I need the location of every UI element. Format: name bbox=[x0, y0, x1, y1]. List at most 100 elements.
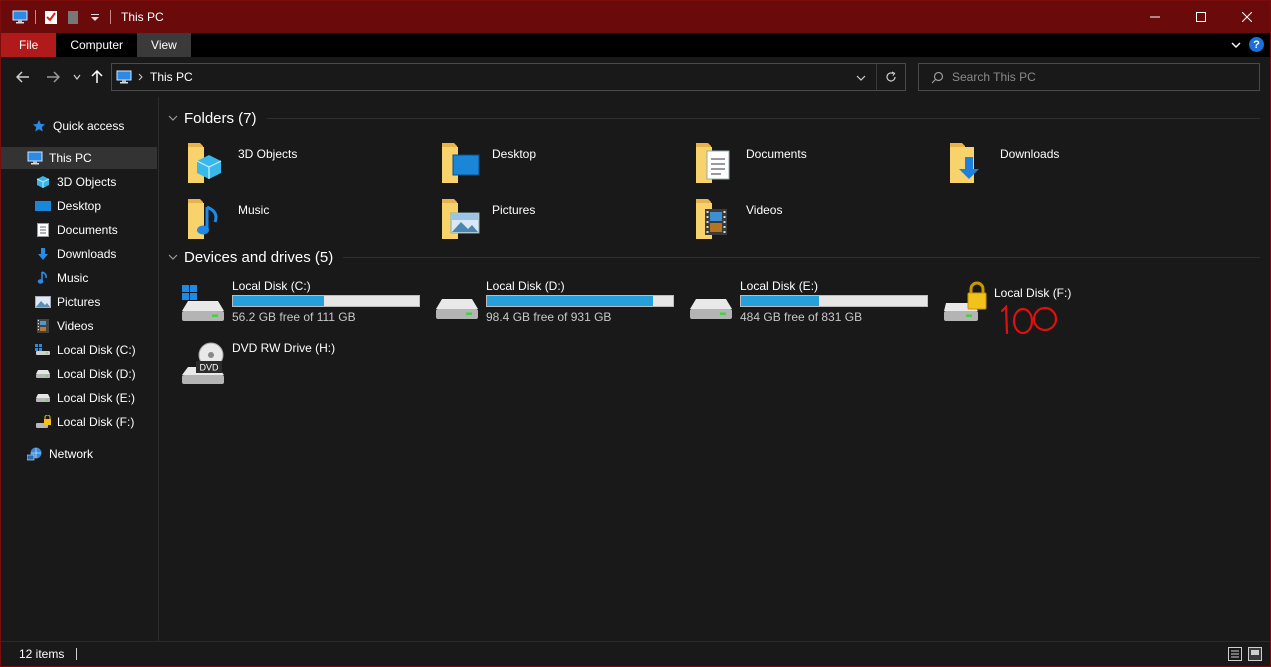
windows-drive-icon bbox=[182, 285, 224, 321]
nav-item-local-disk-d[interactable]: Local Disk (D:) bbox=[1, 363, 157, 385]
folder-videos[interactable]: Videos bbox=[693, 195, 943, 247]
computer-icon bbox=[116, 70, 132, 84]
nav-item-local-disk-f[interactable]: Local Disk (F:) bbox=[1, 411, 157, 433]
nav-item-music[interactable]: Music bbox=[1, 267, 157, 289]
nav-item-3d-objects[interactable]: 3D Objects bbox=[1, 171, 157, 193]
desktop-icon bbox=[35, 198, 51, 214]
pictures-folder-icon bbox=[442, 199, 480, 239]
nav-item-pictures[interactable]: Pictures bbox=[1, 291, 157, 313]
folder-downloads[interactable]: Downloads bbox=[947, 139, 1197, 191]
folder-3d-objects[interactable]: 3D Objects bbox=[185, 139, 435, 191]
dvd-drive-icon: DVD bbox=[182, 342, 224, 384]
ribbon-tabs: File Computer View ? bbox=[1, 33, 1270, 57]
drive-local-disk-f[interactable]: Local Disk (F:) 100 bbox=[942, 277, 1192, 335]
computer-icon bbox=[11, 8, 29, 26]
svg-text:DVD: DVD bbox=[199, 363, 219, 373]
group-divider bbox=[266, 117, 1260, 119]
details-view-icon[interactable] bbox=[1228, 647, 1242, 664]
tab-view[interactable]: View bbox=[137, 33, 191, 57]
window-title: This PC bbox=[121, 10, 164, 24]
drive-local-disk-c[interactable]: Local Disk (C:) 56.2 GB free of 111 GB bbox=[180, 277, 430, 333]
tab-computer[interactable]: Computer bbox=[56, 33, 137, 57]
folder-documents[interactable]: Documents bbox=[693, 139, 943, 191]
search-input[interactable] bbox=[952, 70, 1252, 84]
drive-local-disk-d[interactable]: Local Disk (D:) 98.4 GB free of 931 GB bbox=[434, 277, 684, 333]
drive-usage-fill bbox=[233, 296, 325, 306]
close-button[interactable] bbox=[1224, 1, 1270, 33]
large-icons-view-icon[interactable] bbox=[1248, 647, 1262, 664]
recent-locations-button[interactable] bbox=[67, 67, 87, 87]
desktop-folder-icon bbox=[442, 143, 480, 183]
nav-item-this-pc[interactable]: This PC bbox=[1, 147, 157, 169]
nav-item-quick-access[interactable]: Quick access bbox=[1, 115, 157, 137]
drive-local-disk-e[interactable]: Local Disk (E:) 484 GB free of 831 GB bbox=[688, 277, 938, 333]
nav-item-local-disk-e[interactable]: Local Disk (E:) bbox=[1, 387, 157, 409]
nav-item-videos[interactable]: Videos bbox=[1, 315, 157, 337]
minimize-icon bbox=[1150, 16, 1160, 18]
address-bar[interactable]: This PC bbox=[111, 63, 906, 91]
forward-button[interactable] bbox=[43, 67, 63, 87]
refresh-icon[interactable] bbox=[883, 69, 899, 85]
ribbon-controls: ? bbox=[1231, 37, 1264, 52]
minimize-button[interactable] bbox=[1132, 1, 1178, 33]
network-icon bbox=[27, 446, 43, 462]
expand-ribbon-chevron-icon[interactable] bbox=[1231, 38, 1241, 52]
properties-icon[interactable] bbox=[42, 8, 60, 26]
title-bar: This PC bbox=[1, 1, 1270, 33]
downloads-folder-icon bbox=[950, 143, 979, 183]
group-header-folders[interactable]: Folders (7) bbox=[166, 106, 1260, 130]
address-dropdown-icon[interactable] bbox=[853, 70, 869, 86]
windows-drive-icon bbox=[35, 342, 51, 358]
new-folder-icon[interactable] bbox=[64, 8, 82, 26]
tab-file[interactable]: File bbox=[1, 33, 57, 57]
3d-objects-folder-icon bbox=[188, 143, 222, 183]
computer-icon bbox=[27, 150, 43, 166]
drive-icon bbox=[35, 390, 51, 406]
chevron-down-icon[interactable] bbox=[166, 254, 180, 260]
videos-folder-icon bbox=[696, 199, 727, 239]
drive-icon bbox=[690, 299, 732, 319]
up-button[interactable] bbox=[87, 67, 107, 87]
group-header-devices[interactable]: Devices and drives (5) bbox=[166, 245, 1260, 269]
up-arrow-icon bbox=[91, 70, 103, 83]
navigation-bar: This PC bbox=[1, 57, 1270, 97]
nav-item-documents[interactable]: Documents bbox=[1, 219, 157, 241]
handwritten-annotation bbox=[1000, 304, 1058, 335]
cube-icon bbox=[35, 174, 51, 190]
drive-usage-fill bbox=[487, 296, 653, 306]
drive-usage-bar bbox=[740, 295, 928, 307]
group-divider bbox=[343, 256, 1260, 258]
nav-item-desktop[interactable]: Desktop bbox=[1, 195, 157, 217]
folder-music[interactable]: Music bbox=[185, 195, 435, 247]
nav-item-local-disk-c[interactable]: Local Disk (C:) bbox=[1, 339, 157, 361]
forward-arrow-icon bbox=[47, 71, 60, 83]
download-arrow-icon bbox=[35, 246, 51, 262]
drive-usage-fill bbox=[741, 296, 820, 306]
close-icon bbox=[1242, 12, 1252, 22]
quick-access-toolbar: This PC bbox=[1, 1, 164, 33]
status-separator bbox=[76, 648, 78, 660]
folder-pictures[interactable]: Pictures bbox=[439, 195, 689, 247]
folder-desktop[interactable]: Desktop bbox=[439, 139, 689, 191]
picture-icon bbox=[35, 294, 51, 310]
breadcrumb-this-pc[interactable]: This PC bbox=[150, 70, 193, 84]
window-controls bbox=[1132, 1, 1270, 33]
toolbar-separator bbox=[35, 10, 36, 24]
chevron-down-icon[interactable] bbox=[166, 115, 180, 121]
nav-item-downloads[interactable]: Downloads bbox=[1, 243, 157, 265]
item-count: 12 items bbox=[19, 647, 65, 661]
back-button[interactable] bbox=[13, 67, 33, 87]
documents-folder-icon bbox=[696, 143, 730, 183]
search-box[interactable] bbox=[918, 63, 1260, 91]
view-toggle bbox=[1228, 647, 1262, 664]
maximize-button[interactable] bbox=[1178, 1, 1224, 33]
drive-usage-bar bbox=[486, 295, 674, 307]
nav-item-network[interactable]: Network bbox=[1, 443, 157, 465]
help-button[interactable]: ? bbox=[1249, 37, 1264, 52]
breadcrumb-chevron-icon[interactable] bbox=[138, 73, 144, 81]
content-pane: Folders (7) 3D Objects Desktop Documents… bbox=[160, 97, 1270, 641]
customize-toolbar-icon[interactable] bbox=[86, 8, 104, 26]
drive-dvd-rw[interactable]: DVD DVD RW Drive (H:) bbox=[180, 339, 430, 395]
explorer-window: This PC File Computer View ? This PC Sea… bbox=[0, 0, 1271, 667]
drive-icon bbox=[35, 366, 51, 382]
